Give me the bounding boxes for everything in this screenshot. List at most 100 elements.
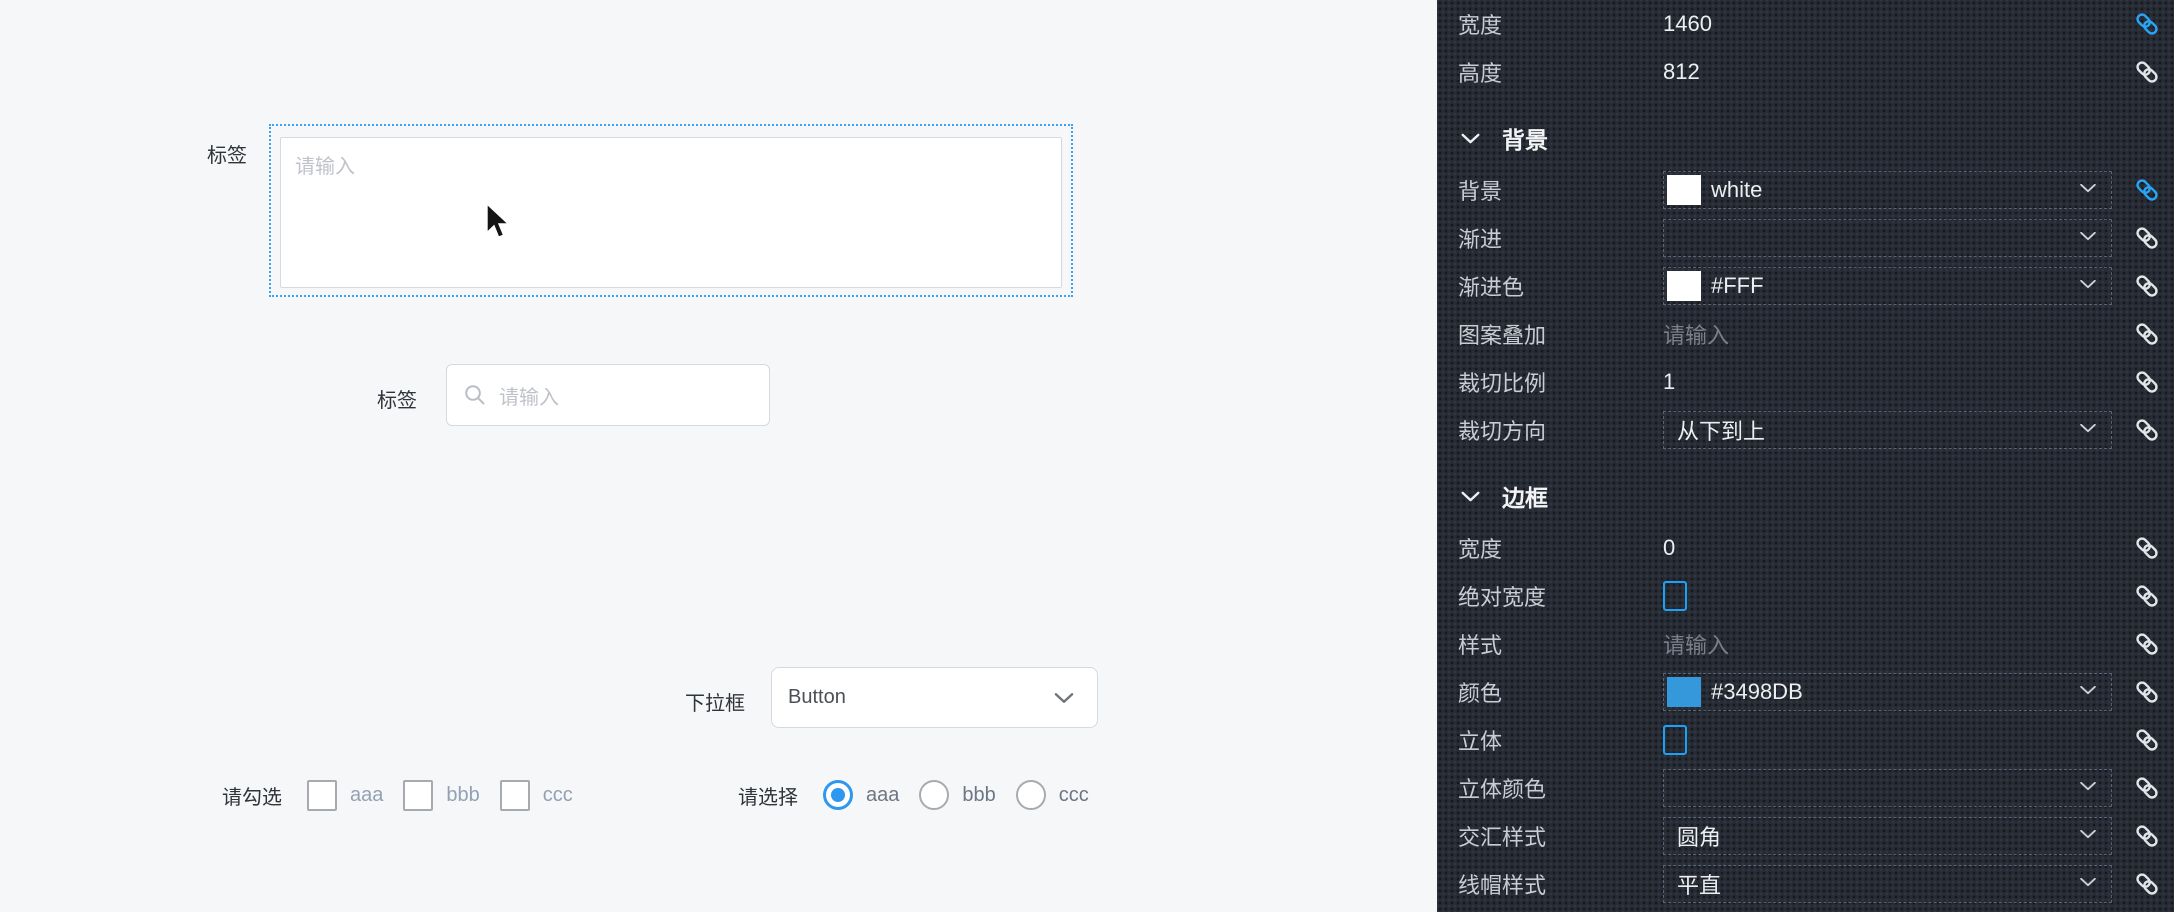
property-row: 交汇样式 圆角: [1437, 812, 2174, 860]
property-label: 背景: [1458, 179, 1503, 204]
property-row: 线帽样式 平直: [1437, 860, 2174, 908]
section-header[interactable]: 背景: [1437, 110, 2174, 166]
link-icon[interactable]: [2134, 583, 2160, 609]
property-value-input[interactable]: 1: [1663, 369, 1675, 395]
property-row: 图案叠加 请输入: [1437, 310, 2174, 358]
link-icon[interactable]: [2134, 631, 2160, 657]
property-placeholder-input[interactable]: 请输入: [1663, 318, 1729, 350]
property-row: 颜色 #3498DB: [1437, 668, 2174, 716]
property-label: 立体颜色: [1458, 777, 1547, 802]
chevron-down-icon: [2077, 177, 2099, 204]
select-value: 从下到上: [1677, 419, 1766, 444]
property-label: 裁切方向: [1458, 419, 1547, 444]
color-swatch[interactable]: [1667, 175, 1701, 205]
checkbox[interactable]: [499, 779, 530, 811]
radio-group-label: 请选择: [738, 786, 798, 809]
radio-button[interactable]: [1015, 780, 1046, 810]
select-value: white: [1711, 177, 1763, 202]
property-label: 图案叠加: [1458, 323, 1547, 348]
link-icon[interactable]: [2134, 871, 2160, 897]
chevron-down-icon: [2077, 871, 2099, 898]
property-row: 高度 812: [1437, 48, 2174, 96]
link-icon[interactable]: [2134, 679, 2160, 705]
checkbox[interactable]: [403, 779, 434, 811]
link-icon[interactable]: [2134, 775, 2160, 801]
property-select[interactable]: [1663, 219, 2112, 257]
property-select[interactable]: [1663, 769, 2112, 807]
color-swatch[interactable]: [1667, 271, 1701, 301]
radio-option-label: aaa: [866, 783, 900, 806]
property-value-input[interactable]: 1460: [1663, 11, 1712, 37]
dropdown-select[interactable]: Button: [771, 667, 1098, 728]
search-icon: [463, 383, 487, 407]
dropdown-value: Button: [788, 686, 846, 708]
property-label: 渐进: [1458, 227, 1503, 252]
link-icon[interactable]: [2134, 225, 2160, 251]
chevron-down-icon[interactable]: [1458, 126, 1483, 151]
chevron-down-icon: [2077, 417, 2099, 444]
property-value-input[interactable]: 0: [1663, 535, 1675, 561]
chevron-down-icon[interactable]: [1458, 484, 1483, 509]
property-checkbox[interactable]: [1663, 725, 1687, 755]
selection-outline[interactable]: 请输入: [269, 124, 1073, 297]
textarea-label: 标签: [207, 145, 247, 167]
property-placeholder-input[interactable]: 请输入: [1663, 628, 1729, 660]
property-row: 宽度 1460: [1437, 0, 2174, 48]
link-icon[interactable]: [2134, 273, 2160, 299]
color-swatch[interactable]: [1667, 677, 1701, 707]
property-select[interactable]: 圆角: [1663, 817, 2112, 855]
property-label: 宽度: [1458, 537, 1503, 562]
radio-button[interactable]: [823, 780, 853, 810]
property-row: 立体颜色: [1437, 764, 2174, 812]
property-row: 绝对宽度: [1437, 572, 2174, 620]
textarea-input[interactable]: 请输入: [280, 137, 1062, 288]
search-input[interactable]: 请输入: [446, 364, 770, 426]
checkbox-group-label: 请勾选: [222, 786, 282, 809]
select-value: 圆角: [1677, 825, 1722, 850]
property-checkbox[interactable]: [1663, 581, 1687, 611]
link-icon[interactable]: [2134, 177, 2160, 203]
chevron-down-icon: [2077, 775, 2099, 802]
property-select[interactable]: #3498DB: [1663, 673, 2112, 711]
property-row: 背景 white: [1437, 166, 2174, 214]
link-icon[interactable]: [2134, 823, 2160, 849]
mouse-cursor-icon: [486, 202, 512, 246]
property-row: 渐进色 #FFF: [1437, 262, 2174, 310]
property-label: 交汇样式: [1458, 825, 1547, 850]
link-icon[interactable]: [2134, 727, 2160, 753]
properties-panel-rows: 宽度 1460 高度 812 背景 背景 white 渐进 渐进色 #FFF 图案叠加 请输入 裁切比例…: [1437, 0, 2174, 908]
link-icon[interactable]: [2134, 321, 2160, 347]
property-row: 立体: [1437, 716, 2174, 764]
select-value: #3498DB: [1711, 679, 1803, 704]
property-label: 绝对宽度: [1458, 585, 1547, 610]
property-row: 渐进: [1437, 214, 2174, 262]
checkbox-option-label: aaa: [350, 783, 384, 806]
search-placeholder: 请输入: [499, 386, 559, 409]
link-icon[interactable]: [2134, 369, 2160, 395]
link-icon[interactable]: [2134, 535, 2160, 561]
dropdown-label: 下拉框: [685, 693, 745, 715]
search-label: 标签: [377, 390, 417, 412]
link-icon[interactable]: [2134, 417, 2160, 443]
link-icon[interactable]: [2134, 11, 2160, 37]
chevron-down-icon: [1051, 685, 1077, 711]
property-value-input[interactable]: 812: [1663, 59, 1700, 85]
checkbox[interactable]: [307, 779, 337, 811]
property-select[interactable]: #FFF: [1663, 267, 2112, 305]
property-select[interactable]: 从下到上: [1663, 411, 2112, 449]
select-value: 平直: [1677, 873, 1722, 898]
chevron-down-icon: [2077, 225, 2099, 252]
property-label: 渐进色: [1458, 275, 1525, 300]
design-canvas[interactable]: 标签 请输入 标签 请输入 下拉框 Button 请勾选 aaa bbb ccc: [0, 0, 1437, 912]
link-icon[interactable]: [2134, 59, 2160, 85]
property-label: 立体: [1458, 729, 1503, 754]
property-row: 裁切比例 1: [1437, 358, 2174, 406]
radio-button[interactable]: [919, 780, 950, 810]
properties-panel: 宽度 1460 高度 812 背景 背景 white 渐进 渐进色 #FFF 图案叠加 请输入 裁切比例…: [1437, 0, 2174, 912]
section-header[interactable]: 边框: [1437, 468, 2174, 524]
property-select[interactable]: white: [1663, 171, 2112, 209]
property-select[interactable]: 平直: [1663, 865, 2112, 903]
section-title: 边框: [1502, 485, 1548, 511]
chevron-down-icon: [2077, 273, 2099, 300]
property-label: 高度: [1458, 61, 1503, 86]
